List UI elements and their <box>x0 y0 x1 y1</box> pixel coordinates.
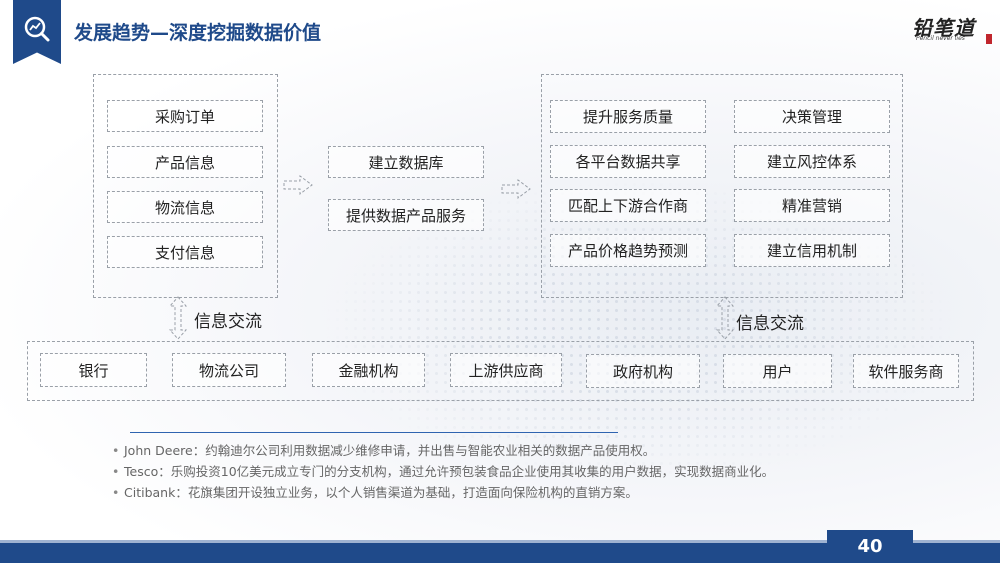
outcome-item: 建立风控体系 <box>734 145 890 178</box>
outcome-item: 产品价格趋势预测 <box>550 234 706 267</box>
entity-item: 政府机构 <box>586 354 700 388</box>
middle-item: 提供数据产品服务 <box>328 199 484 231</box>
case-list: • John Deere：约翰迪尔公司利用数据减少维修申请，并出售与智能农业相关的… <box>112 440 774 503</box>
bullet-text: Citibank：花旗集团开设独立业务，以个人销售渠道为基础，打造面向保险机构的… <box>124 485 638 500</box>
right-arrow-icon <box>501 179 531 199</box>
exchange-label: 信息交流 <box>194 312 262 332</box>
source-item: 采购订单 <box>107 100 263 132</box>
list-item: • Tesco：乐购投资10亿美元成立专门的分支机构，通过允许预包装食品企业使用其… <box>112 464 775 479</box>
source-item: 支付信息 <box>107 236 263 268</box>
entity-item: 用户 <box>723 354 832 388</box>
brand-logo: 铅笔道 Pencil never lies <box>912 12 992 44</box>
entity-item: 上游供应商 <box>450 353 562 387</box>
entity-item: 金融机构 <box>312 353 425 387</box>
logo-accent-bar <box>986 34 992 44</box>
source-item: 产品信息 <box>107 146 263 178</box>
outcome-item: 决策管理 <box>734 100 890 133</box>
bullet-text: Tesco：乐购投资10亿美元成立专门的分支机构，通过允许预包装食品企业使用其收… <box>124 464 775 479</box>
page-title: 发展趋势—深度挖掘数据价值 <box>74 22 322 44</box>
outcome-item: 各平台数据共享 <box>550 145 706 178</box>
entity-item: 银行 <box>40 353 147 387</box>
middle-item: 建立数据库 <box>328 146 484 178</box>
list-item: • Citibank：花旗集团开设独立业务，以个人销售渠道为基础，打造面向保险机构… <box>112 485 638 500</box>
outcome-item: 匹配上下游合作商 <box>550 189 706 222</box>
logo-subtitle: Pencil never lies <box>916 35 965 42</box>
list-item: • John Deere：约翰迪尔公司利用数据减少维修申请，并出售与智能农业相关的… <box>112 443 656 458</box>
outcome-item: 提升服务质量 <box>550 100 706 133</box>
outcome-item: 建立信用机制 <box>734 234 890 267</box>
bullet-text: John Deere：约翰迪尔公司利用数据减少维修申请，并出售与智能农业相关的数… <box>124 443 656 458</box>
double-arrow-icon <box>715 296 735 340</box>
source-item: 物流信息 <box>107 191 263 223</box>
entity-item: 软件服务商 <box>853 354 959 388</box>
divider <box>130 432 618 433</box>
entity-item: 物流公司 <box>172 353 286 387</box>
exchange-label: 信息交流 <box>736 314 804 334</box>
outcome-item: 精准营销 <box>734 189 890 222</box>
double-arrow-icon <box>168 296 188 340</box>
right-arrow-icon <box>283 175 313 195</box>
search-chart-icon <box>24 16 50 42</box>
page-number: 40 <box>827 530 913 563</box>
